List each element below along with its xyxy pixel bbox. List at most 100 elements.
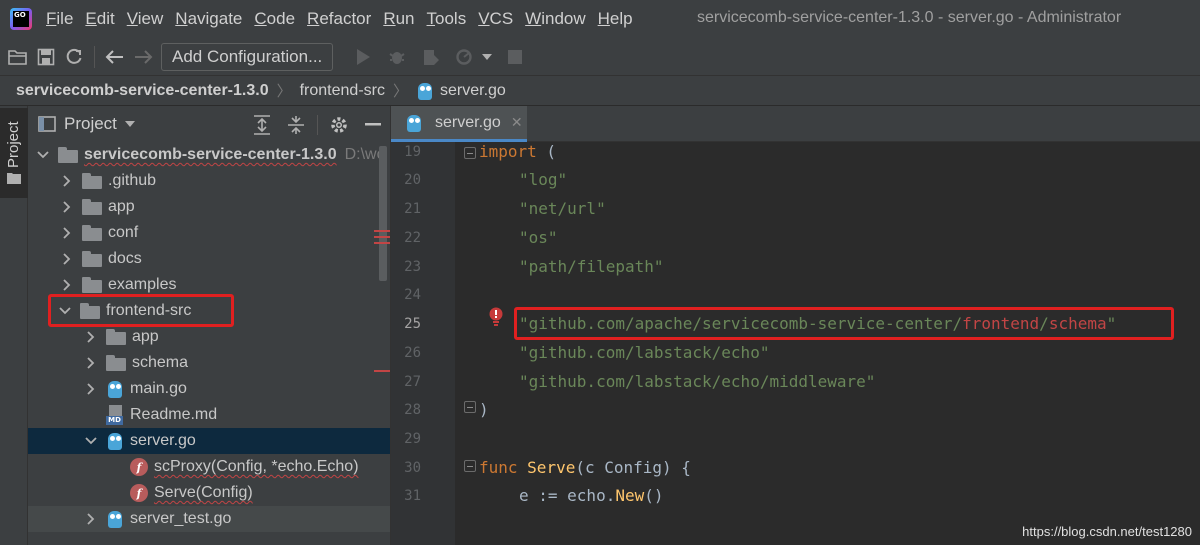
breadcrumb-project[interactable]: servicecomb-service-center-1.3.0	[16, 82, 269, 100]
expand-all-icon[interactable]	[249, 112, 275, 138]
code-text: (	[536, 142, 557, 161]
chevron-right-icon[interactable]	[60, 252, 74, 266]
tree-item-main-go[interactable]: main.go	[28, 376, 390, 402]
tree-item-scproxy[interactable]: f scProxy(Config, *echo.Echo)	[28, 454, 390, 480]
gear-icon[interactable]	[326, 112, 352, 138]
run-with-coverage-icon[interactable]	[417, 43, 445, 71]
sync-icon[interactable]	[60, 43, 88, 71]
code-line-22[interactable]: "os"	[519, 228, 558, 247]
line-number: 28	[404, 402, 421, 418]
line-number: 26	[404, 345, 421, 361]
chevron-down-icon[interactable]	[36, 148, 50, 162]
chevron-right-icon[interactable]	[84, 356, 98, 370]
tree-item-readme[interactable]: MD Readme.md	[28, 402, 390, 428]
save-icon[interactable]	[32, 43, 60, 71]
chevron-down-icon[interactable]	[84, 434, 98, 448]
project-panel-title[interactable]: Project	[64, 114, 117, 134]
highlight-box-frontend-src	[48, 294, 234, 327]
tree-item-conf[interactable]: conf	[28, 220, 390, 246]
tree-item-frontend-app[interactable]: app	[28, 324, 390, 350]
menu-window[interactable]: Window	[525, 9, 585, 29]
chevron-right-icon[interactable]	[84, 512, 98, 526]
menu-refactor[interactable]: Refactor	[307, 9, 371, 29]
code-line-26[interactable]: "github.com/labstack/echo"	[519, 343, 769, 362]
code-line-20[interactable]: "log"	[519, 170, 567, 189]
code-text: (c Config) {	[575, 458, 691, 477]
code-line-23[interactable]: "path/filepath"	[519, 257, 664, 276]
collapse-all-icon[interactable]	[283, 112, 309, 138]
menu-tools[interactable]: Tools	[427, 9, 467, 29]
line-number: 27	[404, 374, 421, 390]
chevron-right-icon[interactable]	[60, 278, 74, 292]
toolbar-divider	[94, 45, 95, 68]
fold-marker-icon[interactable]	[464, 401, 476, 413]
tree-item-label: Readme.md	[130, 406, 218, 423]
forward-arrow-icon[interactable]	[129, 43, 157, 71]
menu-vcs[interactable]: VCS	[478, 9, 513, 29]
chevron-right-icon[interactable]	[84, 330, 98, 344]
code-text: ()	[644, 486, 664, 505]
fold-marker-icon[interactable]	[464, 147, 476, 159]
menu-code[interactable]: Code	[254, 9, 295, 29]
tree-item-server-go[interactable]: server.go	[28, 428, 390, 454]
chevron-down-icon[interactable]	[479, 43, 495, 71]
window-title: servicecomb-service-center-1.3.0 - serve…	[697, 9, 1122, 26]
tree-item-label: schema	[132, 354, 189, 371]
tab-label: server.go	[435, 113, 501, 131]
panel-tools-divider	[317, 115, 318, 135]
tree-scrollbar[interactable]	[379, 146, 387, 281]
tree-item-label: main.go	[130, 380, 187, 397]
menu-run[interactable]: Run	[383, 9, 414, 29]
breadcrumb-file[interactable]: server.go	[440, 82, 506, 100]
function-icon: f	[130, 484, 148, 502]
code-line-21[interactable]: "net/url"	[519, 199, 606, 218]
tree-item-server-test-go[interactable]: server_test.go	[28, 506, 390, 532]
keyword: import	[479, 142, 537, 161]
folder-icon	[82, 225, 102, 241]
chevron-down-icon[interactable]	[124, 121, 135, 127]
menu-view[interactable]: View	[127, 9, 164, 29]
code-line-19[interactable]: import (	[479, 142, 556, 161]
line-number-current: 25	[404, 316, 421, 332]
tree-item-schema[interactable]: schema	[28, 350, 390, 376]
stop-icon[interactable]	[501, 43, 529, 71]
profile-icon[interactable]	[451, 43, 479, 71]
code-line-31[interactable]: e := echo.New()	[519, 486, 664, 505]
project-tool-tab[interactable]: Project	[0, 108, 28, 198]
breadcrumb-separator: 〉	[392, 82, 408, 100]
go-file-icon	[106, 379, 124, 399]
chevron-right-icon[interactable]	[60, 174, 74, 188]
tree-item-serve[interactable]: f Serve(Config)	[28, 480, 390, 506]
folder-icon	[82, 199, 102, 215]
tab-server-go[interactable]: server.go ✕	[391, 106, 527, 142]
error-bulb-icon[interactable]	[488, 307, 504, 327]
code-line-27[interactable]: "github.com/labstack/echo/middleware"	[519, 372, 875, 391]
tree-item-label: server.go	[130, 432, 196, 449]
tree-item-docs[interactable]: docs	[28, 246, 390, 272]
fold-marker-icon[interactable]	[464, 460, 476, 472]
tree-root[interactable]: servicecomb-service-center-1.3.0 D:\wo	[28, 142, 390, 168]
menu-help[interactable]: Help	[598, 9, 633, 29]
debug-icon[interactable]	[383, 43, 411, 71]
function-name: Serve	[527, 458, 576, 477]
tree-item-app[interactable]: app	[28, 194, 390, 220]
chevron-right-icon[interactable]	[60, 200, 74, 214]
menu-navigate[interactable]: Navigate	[175, 9, 242, 29]
breadcrumb-folder[interactable]: frontend-src	[300, 82, 385, 100]
back-arrow-icon[interactable]	[101, 43, 129, 71]
code-line-30[interactable]: func Serve(c Config) {	[479, 458, 691, 477]
run-icon[interactable]	[349, 43, 377, 71]
menu-file[interactable]: File	[46, 9, 73, 29]
chevron-right-icon[interactable]	[84, 382, 98, 396]
menu-edit[interactable]: Edit	[85, 9, 114, 29]
code-line-28[interactable]: )	[479, 400, 489, 419]
add-configuration-button[interactable]: Add Configuration...	[161, 42, 334, 71]
tree-item-github[interactable]: .github	[28, 168, 390, 194]
minimize-icon[interactable]	[360, 112, 386, 138]
function-icon: f	[130, 458, 148, 476]
open-folder-icon[interactable]	[4, 43, 32, 71]
error-stripe-marker	[374, 230, 390, 232]
chevron-right-icon[interactable]	[60, 226, 74, 240]
close-icon[interactable]: ✕	[511, 115, 523, 131]
